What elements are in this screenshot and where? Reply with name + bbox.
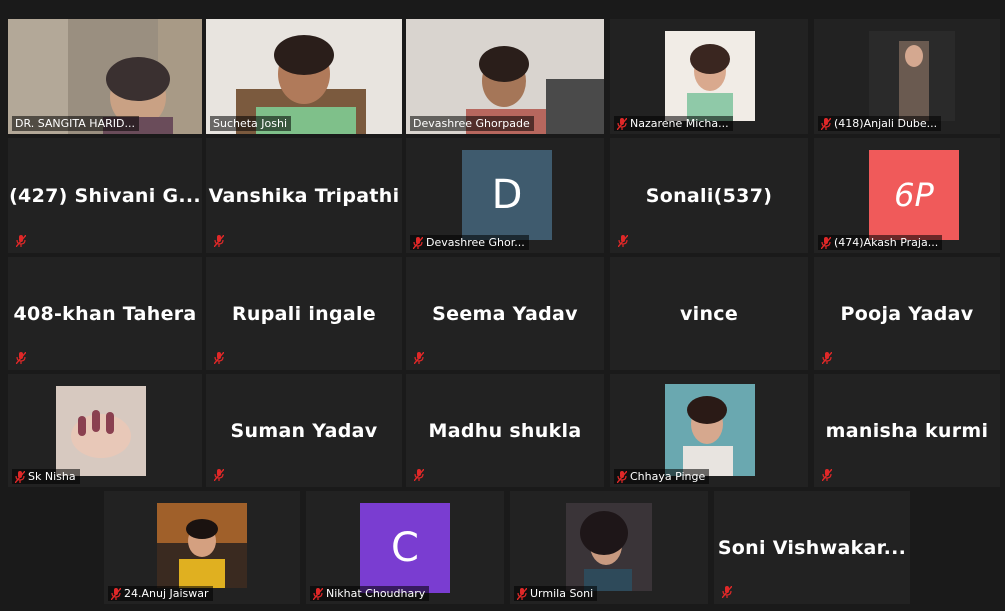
microphone-muted-icon	[15, 470, 25, 483]
profile-picture	[665, 384, 755, 476]
participant-tile[interactable]: Sonali(537)	[610, 138, 808, 253]
participant-name-caption: Nazarene Micha...	[614, 116, 733, 131]
participant-name: manisha kurmi	[825, 419, 989, 442]
profile-picture	[157, 503, 247, 588]
profile-picture	[56, 386, 146, 476]
participant-name-caption: Sk Nisha	[12, 469, 80, 484]
participant-tile[interactable]: 6P (474)Akash Praja...	[814, 138, 1000, 253]
participant-name-caption: Urmila Soni	[514, 586, 598, 601]
participant-tile[interactable]: (418)Anjali Dube...	[814, 19, 1000, 134]
participant-tile[interactable]: 408-khan Tahera	[8, 257, 202, 370]
participant-tile[interactable]: manisha kurmi	[814, 374, 1000, 487]
microphone-muted-icon	[722, 586, 732, 598]
microphone-muted-icon	[16, 235, 26, 247]
participant-name-caption: (418)Anjali Dube...	[818, 116, 942, 131]
microphone-muted-icon	[822, 469, 832, 481]
participant-name: Soni Vishwakar...	[717, 536, 907, 559]
microphone-muted-icon	[617, 117, 627, 130]
participant-tile[interactable]: C Nikhat Choudhary	[306, 491, 504, 604]
microphone-muted-icon	[617, 470, 627, 483]
participant-name: (427) Shivani G...	[9, 184, 201, 207]
participant-tile[interactable]: Seema Yadav	[406, 257, 604, 370]
profile-picture	[869, 31, 955, 121]
participant-tile[interactable]: Vanshika Tripathi	[206, 138, 402, 253]
microphone-muted-icon	[822, 352, 832, 364]
participant-name-caption: Devashree Ghorpade	[410, 116, 534, 131]
participant-tile[interactable]: Pooja Yadav	[814, 257, 1000, 370]
microphone-muted-icon	[414, 352, 424, 364]
participant-name-caption: Sucheta Joshi	[210, 116, 292, 131]
participant-tile[interactable]: Nazarene Micha...	[610, 19, 808, 134]
microphone-muted-icon	[618, 235, 628, 247]
participant-tile[interactable]: DR. SANGITA HARID...	[8, 19, 202, 134]
participant-tile[interactable]: (427) Shivani G...	[8, 138, 202, 253]
microphone-muted-icon	[517, 587, 527, 600]
participant-tile[interactable]: Soni Vishwakar...	[714, 491, 910, 604]
participant-tile[interactable]: Urmila Soni	[510, 491, 708, 604]
participant-tile[interactable]: vince	[610, 257, 808, 370]
participant-tile[interactable]: Suman Yadav	[206, 374, 402, 487]
participant-name: Rupali ingale	[232, 302, 376, 325]
avatar: 6P	[869, 150, 959, 240]
participant-name-caption: Devashree Ghor...	[410, 235, 529, 250]
profile-picture	[566, 503, 652, 591]
microphone-muted-icon	[821, 236, 831, 249]
participant-tile[interactable]: 24.Anuj Jaiswar	[104, 491, 300, 604]
avatar: D	[462, 150, 552, 240]
participant-name: Madhu shukla	[428, 419, 582, 442]
participant-name: Pooja Yadav	[840, 302, 974, 325]
microphone-muted-icon	[214, 352, 224, 364]
participant-tile[interactable]: Chhaya Pinge	[610, 374, 808, 487]
microphone-muted-icon	[313, 587, 323, 600]
profile-picture	[665, 31, 755, 121]
participant-name: vince	[679, 302, 739, 325]
participant-name-caption: 24.Anuj Jaiswar	[108, 586, 213, 601]
participant-tile[interactable]: D Devashree Ghor...	[406, 138, 604, 253]
participant-name: 408-khan Tahera	[13, 302, 197, 325]
microphone-muted-icon	[111, 587, 121, 600]
participant-name-caption: Nikhat Choudhary	[310, 586, 430, 601]
microphone-muted-icon	[214, 469, 224, 481]
participant-tile[interactable]: Rupali ingale	[206, 257, 402, 370]
participant-tile[interactable]: Devashree Ghorpade	[406, 19, 604, 134]
participant-name-caption: DR. SANGITA HARID...	[12, 116, 139, 131]
participant-name: Sonali(537)	[645, 184, 773, 207]
microphone-muted-icon	[821, 117, 831, 130]
participant-tile[interactable]: Madhu shukla	[406, 374, 604, 487]
participant-name: Seema Yadav	[432, 302, 578, 325]
participant-name-caption: Chhaya Pinge	[614, 469, 710, 484]
participant-name: Suman Yadav	[230, 419, 378, 442]
microphone-muted-icon	[16, 352, 26, 364]
microphone-muted-icon	[414, 469, 424, 481]
participant-name: Vanshika Tripathi	[208, 184, 400, 207]
participant-tile[interactable]: Sucheta Joshi	[206, 19, 402, 134]
microphone-muted-icon	[214, 235, 224, 247]
participant-name-caption: (474)Akash Praja...	[818, 235, 943, 250]
gallery-view: DR. SANGITA HARID... Sucheta Joshi Devas…	[0, 0, 1005, 611]
participant-tile[interactable]: Sk Nisha	[8, 374, 202, 487]
microphone-muted-icon	[413, 236, 423, 249]
avatar: C	[360, 503, 450, 593]
